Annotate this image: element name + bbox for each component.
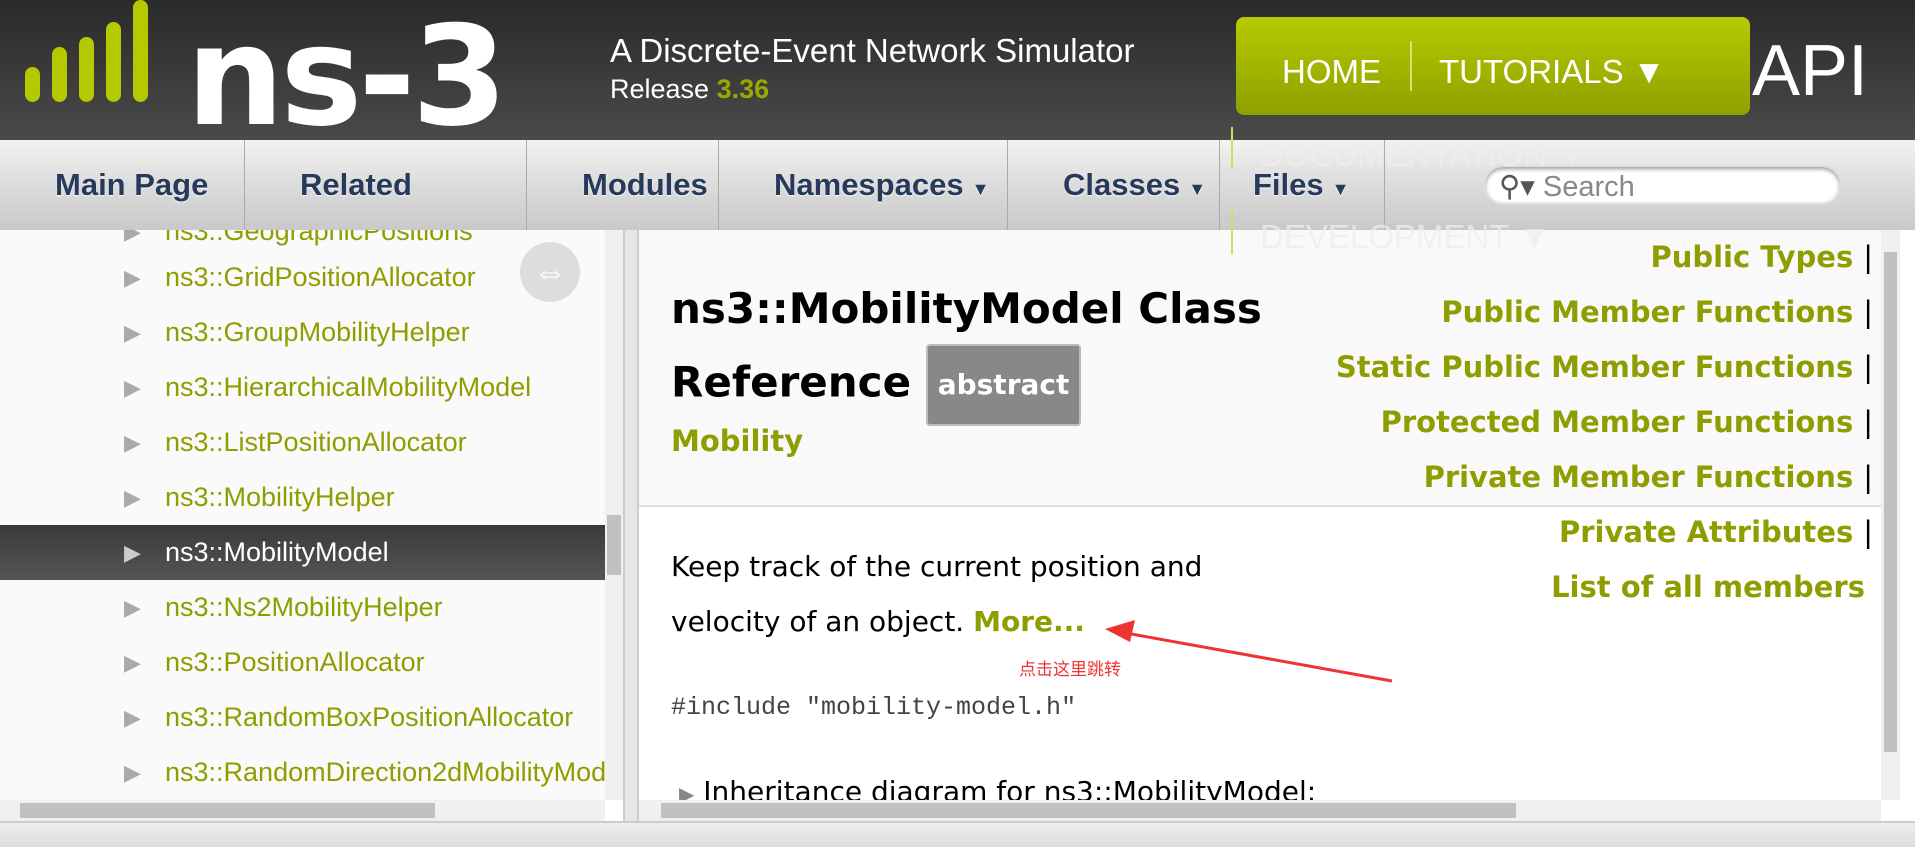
tree-horizontal-scrollbar[interactable] [0, 800, 605, 821]
link-public-member-functions[interactable]: Public Member Functions | [1441, 295, 1873, 329]
link-static-public-member-functions[interactable]: Static Public Member Functions | [1336, 350, 1873, 384]
link-protected-member-functions[interactable]: Protected Member Functions | [1381, 405, 1873, 439]
menu-documentation[interactable]: DOCUMENTATION ▼ [1260, 136, 1588, 174]
status-bar [0, 821, 1915, 847]
content-vertical-scrollbar[interactable] [1881, 230, 1900, 800]
link-public-types[interactable]: Public Types | [1650, 240, 1873, 274]
menu-development[interactable]: DEVELOPMENT ▼ [1260, 218, 1551, 256]
content-horizontal-scrollbar[interactable] [639, 800, 1881, 821]
link-private-member-functions[interactable]: Private Member Functions | [1424, 460, 1873, 494]
link-list-of-all-members[interactable]: List of all members [1551, 570, 1865, 604]
link-private-attributes[interactable]: Private Attributes | [1559, 515, 1873, 549]
